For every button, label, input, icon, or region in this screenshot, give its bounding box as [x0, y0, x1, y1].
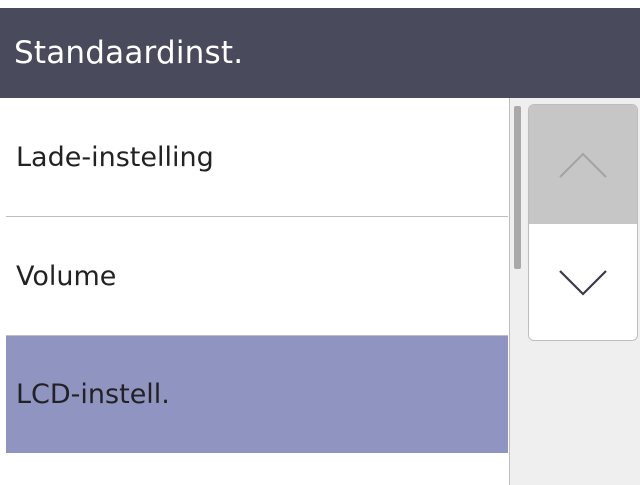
scrollbar-thumb[interactable] [514, 106, 521, 269]
page-title: Standaardinst. [14, 35, 244, 71]
scroll-down-button[interactable] [529, 224, 637, 340]
menu-item-label: Lade-instelling [16, 141, 214, 173]
menu-item-lcd-instell[interactable]: LCD-instell. [6, 336, 508, 453]
scroll-buttons [528, 104, 638, 341]
lcd-screen: Standaardinst. Lade-instelling Volume LC… [0, 0, 640, 485]
scroll-up-button[interactable] [529, 105, 637, 224]
menu-item-label: Volume [16, 260, 117, 292]
chevron-down-icon [557, 268, 609, 298]
menu-list: Lade-instelling Volume LCD-instell. [6, 98, 508, 485]
menu-item-partial[interactable] [6, 453, 508, 485]
menu-item-label: LCD-instell. [16, 379, 170, 410]
chevron-up-icon [557, 150, 609, 180]
menu-item-volume[interactable]: Volume [6, 217, 508, 336]
menu-item-lade-instelling[interactable]: Lade-instelling [6, 98, 508, 217]
title-bar: Standaardinst. [0, 8, 640, 98]
